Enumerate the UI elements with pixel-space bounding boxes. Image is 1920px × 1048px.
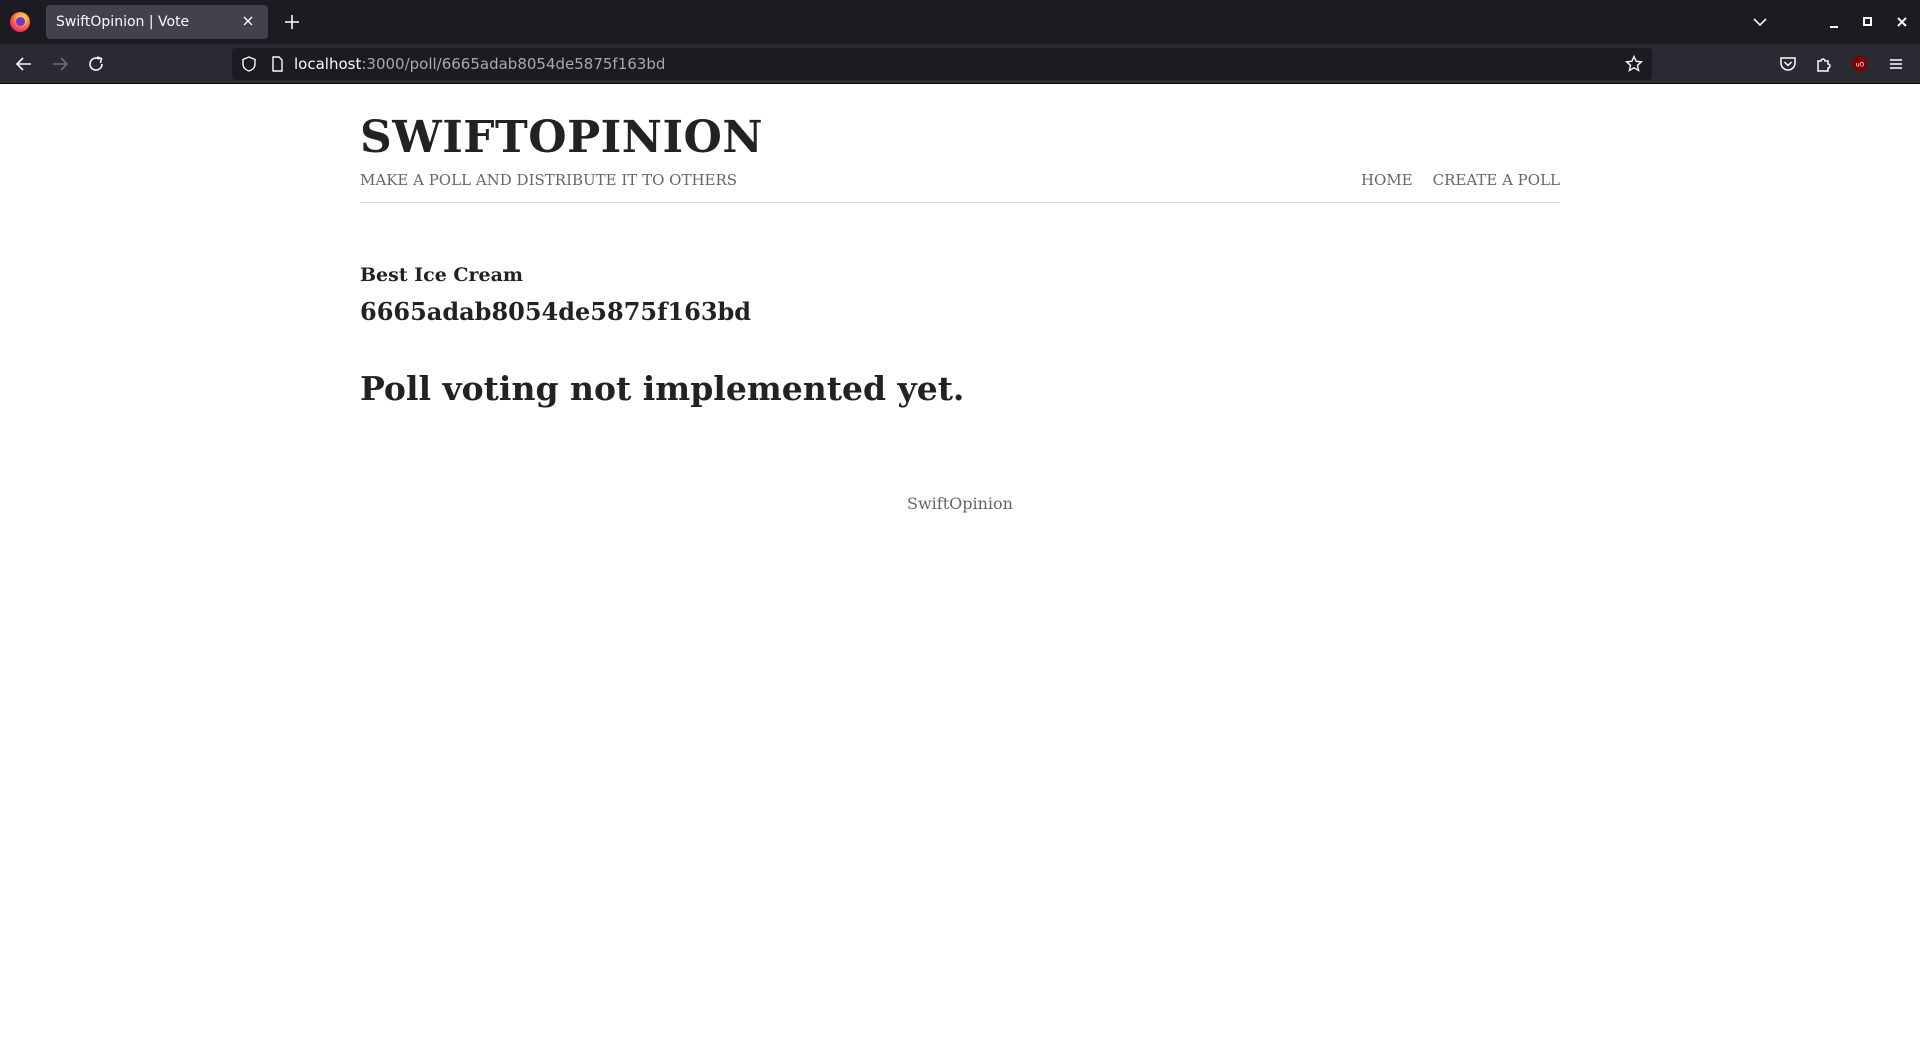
firefox-logo-icon [10,12,30,32]
site-nav: HOME CREATE A POLL [1361,171,1560,189]
minimize-icon[interactable] [1820,8,1848,36]
reload-icon[interactable] [82,50,110,78]
site-title: SWIFTOPINION [360,112,764,163]
tab-title: SwiftOpinion | Vote [56,14,190,30]
extensions-icon[interactable] [1812,52,1836,76]
ublock-icon[interactable]: uO [1848,52,1872,76]
site-header: SWIFTOPINION MAKE A POLL AND DISTRIBUTE … [360,85,1560,203]
svg-text:uO: uO [1856,62,1865,69]
poll-id: 6665adab8054de5875f163bd [360,297,752,326]
plus-icon[interactable] [280,10,304,34]
poll-status-message: Poll voting not implemented yet. [360,369,965,408]
url-text[interactable]: localhost:3000/poll/6665adab8054de5875f1… [294,48,665,80]
back-arrow-icon[interactable] [10,50,38,78]
forward-arrow-icon[interactable] [46,50,74,78]
poll-name: Best Ice Cream [360,264,524,286]
shield-icon[interactable] [240,55,258,73]
page-icon[interactable] [268,55,286,73]
url-host: localhost [294,55,362,73]
maximize-icon[interactable] [1854,8,1882,36]
window-close-icon[interactable] [1888,8,1916,36]
nav-link-create-poll[interactable]: CREATE A POLL [1433,171,1560,189]
hamburger-menu-icon[interactable] [1884,52,1908,76]
close-icon[interactable] [238,12,258,32]
url-bar[interactable]: localhost:3000/poll/6665adab8054de5875f1… [232,48,1652,80]
site-tagline: MAKE A POLL AND DISTRIBUTE IT TO OTHERS [360,171,738,189]
url-path: :3000/poll/6665adab8054de5875f163bd [361,55,666,73]
nav-link-home[interactable]: HOME [1361,171,1413,189]
browser-tab-active[interactable]: SwiftOpinion | Vote [46,5,268,39]
star-icon[interactable] [1624,54,1644,74]
site-footer: SwiftOpinion [907,494,1013,513]
browser-toolbar: localhost:3000/poll/6665adab8054de5875f1… [0,44,1920,84]
chevron-down-icon[interactable] [1748,12,1772,32]
web-page: SWIFTOPINION MAKE A POLL AND DISTRIBUTE … [0,85,1920,1048]
browser-tab-bar: SwiftOpinion | Vote [0,0,1920,44]
pocket-icon[interactable] [1776,52,1800,76]
